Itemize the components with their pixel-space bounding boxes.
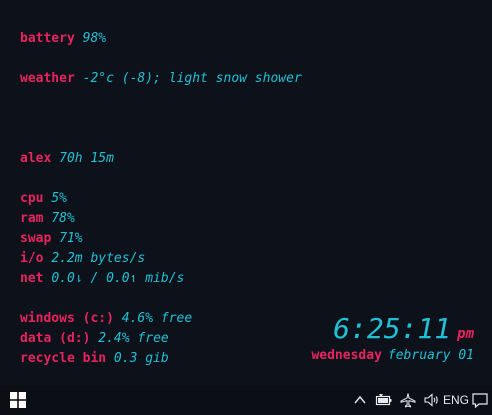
io-label: i/o <box>20 251 44 266</box>
volume-button[interactable] <box>420 385 444 415</box>
net-widget: net 0.0⇂ / 0.0↿ mib/s <box>20 271 184 287</box>
windows-drive-value: 4.6% free <box>121 311 193 326</box>
cpu-widget: cpu 5% <box>20 191 67 207</box>
airplane-mode-button[interactable] <box>396 385 420 415</box>
windows-logo-icon <box>10 392 26 408</box>
cpu-label: cpu <box>20 191 44 206</box>
notification-icon <box>472 393 488 408</box>
ram-value: 78% <box>51 211 75 226</box>
clock-weekday: wednesday <box>311 348 382 363</box>
clock-month-day: february 01 <box>387 348 474 363</box>
desktop: battery 98% weather -2°c (-8); light sno… <box>0 0 492 385</box>
windows-drive-widget: windows (c:) 4.6% free <box>20 311 192 327</box>
airplane-icon <box>400 393 416 408</box>
taskbar: ENG <box>0 385 492 415</box>
swap-widget: swap 71% <box>20 231 83 247</box>
swap-label: swap <box>20 231 52 246</box>
windows-drive-label: windows (c:) <box>20 311 114 326</box>
clock-widget: 6:25:11 pm wednesday february 01 <box>311 314 474 364</box>
io-widget: i/o 2.2m bytes/s <box>20 251 145 267</box>
battery-label: battery <box>20 31 75 46</box>
uptime-widget: alex 70h 15m <box>20 151 114 167</box>
data-drive-value: 2.4% free <box>98 331 169 346</box>
uptime-label: alex <box>20 151 52 166</box>
volume-icon <box>424 393 438 407</box>
swap-value: 71% <box>59 231 83 246</box>
clock-time: 6:25:11 <box>333 312 452 345</box>
recycle-bin-label: recycle bin <box>20 351 107 366</box>
battery-icon <box>375 394 392 406</box>
recycle-bin-value: 0.3 gib <box>113 351 169 366</box>
action-center-button[interactable] <box>468 385 492 415</box>
io-value: 2.2m bytes/s <box>51 251 146 266</box>
battery-widget: battery 98% <box>20 31 106 47</box>
system-tray: ENG <box>348 385 492 415</box>
clock-ampm: pm <box>457 326 474 342</box>
ram-widget: ram 78% <box>20 211 75 227</box>
battery-tray-button[interactable] <box>372 385 396 415</box>
clock-date: wednesday february 01 <box>311 348 474 364</box>
weather-label: weather <box>20 71 75 86</box>
uptime-value: 70h 15m <box>59 151 114 166</box>
weather-value: -2°c (-8); light snow shower <box>82 71 302 86</box>
chevron-up-icon <box>354 395 366 404</box>
recycle-bin-widget: recycle bin 0.3 gib <box>20 351 169 367</box>
battery-value: 98% <box>82 31 107 46</box>
start-button[interactable] <box>0 385 36 415</box>
show-hidden-icons-button[interactable] <box>348 385 372 415</box>
input-language-button[interactable]: ENG <box>443 385 469 415</box>
weather-widget: weather -2°c (-8); light snow shower <box>20 71 302 87</box>
data-drive-widget: data (d:) 2.4% free <box>20 331 169 347</box>
ram-label: ram <box>20 211 44 226</box>
net-label: net <box>20 271 44 286</box>
net-value: 0.0⇂ / 0.0↿ mib/s <box>51 271 185 286</box>
data-drive-label: data (d:) <box>20 331 91 346</box>
cpu-value: 5% <box>51 191 67 206</box>
